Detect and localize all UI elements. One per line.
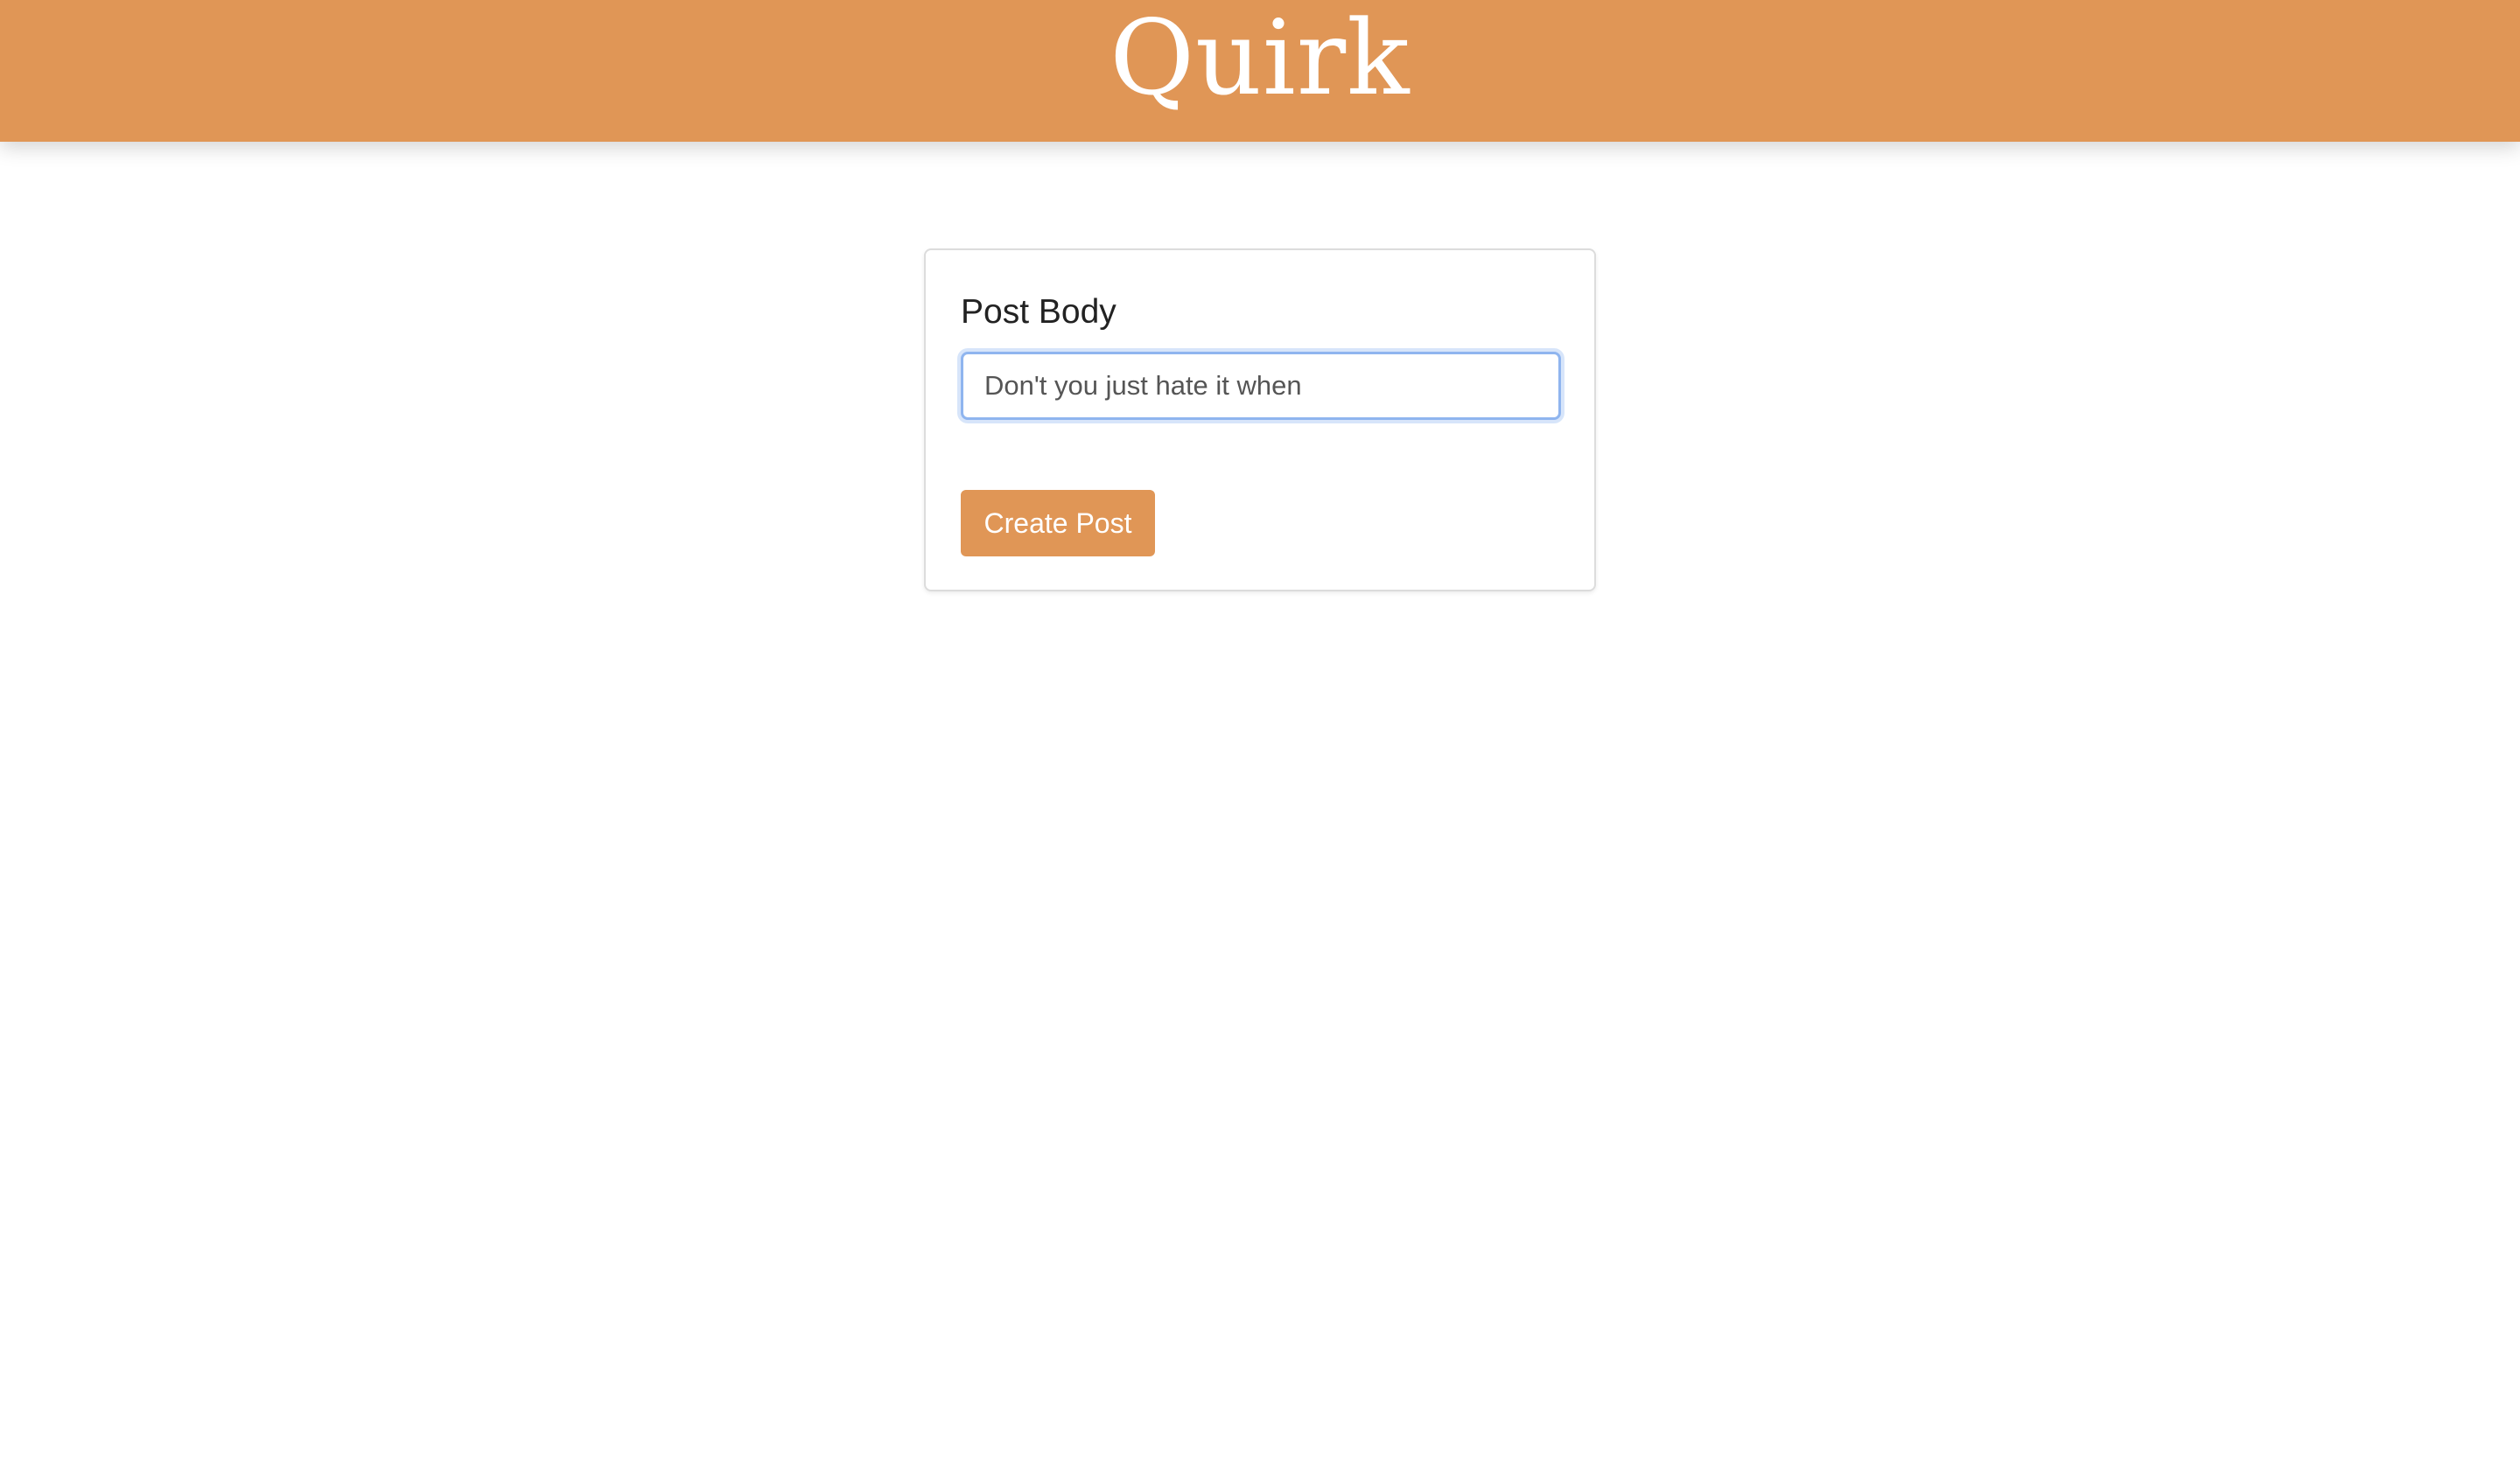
page: Quirk Post Body Create Post bbox=[0, 0, 2520, 1461]
post-body-label: Post Body bbox=[961, 293, 1116, 331]
app-title: Quirk bbox=[1110, 0, 1410, 118]
create-post-card: Post Body Create Post bbox=[924, 248, 1596, 591]
create-post-button[interactable]: Create Post bbox=[961, 490, 1155, 556]
post-body-input[interactable] bbox=[961, 352, 1561, 420]
app-header: Quirk bbox=[0, 0, 2520, 142]
